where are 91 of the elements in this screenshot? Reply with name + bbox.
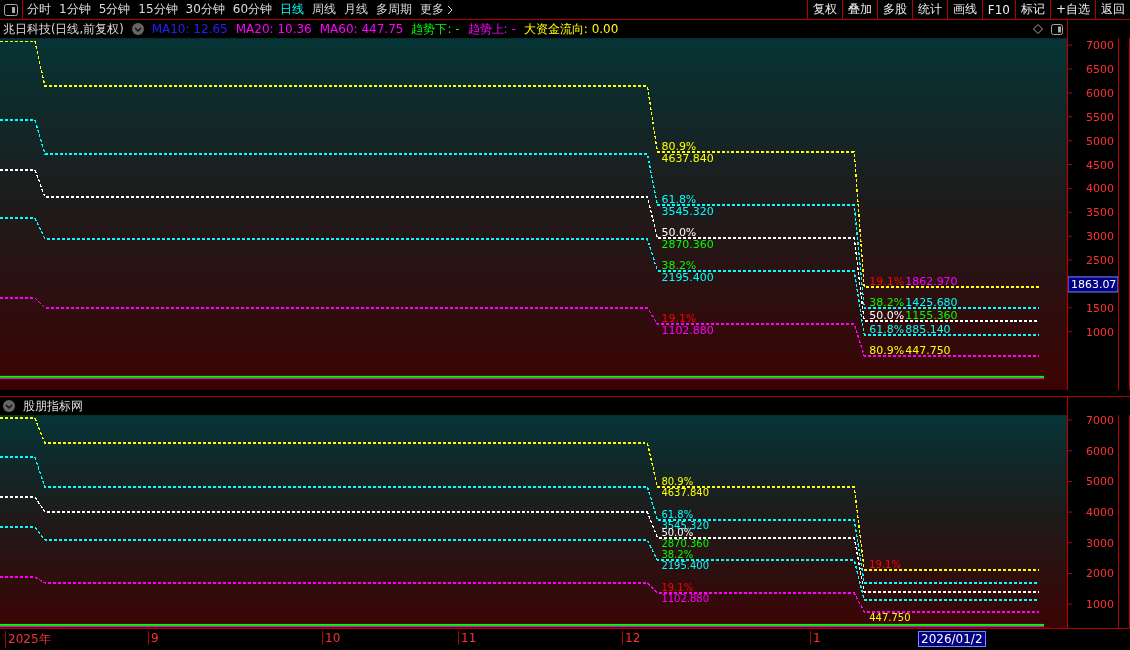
axis-label: 5500: [1086, 110, 1114, 124]
axis-label: 5000: [1086, 134, 1114, 148]
level-value: 4637.840: [661, 152, 714, 166]
level-percent: 61.8%: [661, 509, 694, 520]
level-percent: 50.0%: [869, 308, 905, 322]
period-tab[interactable]: 15分钟: [134, 0, 182, 19]
date-label: 10: [322, 631, 341, 645]
level-percent: 50.0%: [661, 226, 697, 239]
period-tab[interactable]: 月线: [340, 0, 373, 19]
indicator-value: 大资金流向: 0.00: [523, 20, 619, 38]
axis-label: 3000: [1086, 230, 1114, 244]
toolbar-button[interactable]: 叠加: [841, 0, 877, 19]
dropdown-icon[interactable]: [3, 400, 15, 412]
panel-toggle-icon[interactable]: [1051, 23, 1063, 35]
level-value: 447.750: [869, 611, 911, 623]
toolbar-button[interactable]: 多股: [876, 0, 912, 19]
level-value: 1102.880: [661, 323, 714, 337]
date-label: 2025年: [5, 631, 51, 648]
level-value: 1155.360: [905, 308, 958, 322]
period-tab[interactable]: 60分钟: [228, 0, 277, 19]
level-value: 1102.880: [661, 592, 710, 604]
level-value: 2195.400: [661, 559, 710, 571]
date-label: 1: [810, 631, 821, 645]
indicator-value: 趋势下: -: [411, 20, 460, 38]
period-tab[interactable]: 5分钟: [94, 0, 135, 19]
axis-label: 4500: [1086, 158, 1114, 172]
period-tab[interactable]: 周线: [308, 0, 341, 19]
stock-title: 兆日科技(日线,前复权): [3, 21, 124, 37]
toolbar-button[interactable]: 统计: [911, 0, 947, 19]
price-tag: 1863.07: [1067, 276, 1118, 293]
toolbar-button[interactable]: +自选: [1049, 0, 1095, 19]
toolbar-button[interactable]: 返回: [1095, 0, 1130, 19]
axis-label: 1500: [1086, 301, 1114, 315]
diamond-icon[interactable]: [1033, 24, 1043, 34]
period-tab[interactable]: 日线: [276, 0, 309, 19]
period-tab[interactable]: 30分钟: [181, 0, 229, 19]
level-percent: 19.1%: [869, 274, 905, 288]
level-value: 2870.360: [661, 237, 714, 251]
toolbar-button[interactable]: 画线: [946, 0, 982, 19]
level-percent: 38.2%: [661, 548, 694, 560]
axis-label: 4000: [1086, 506, 1114, 520]
date-label: 11: [458, 631, 477, 645]
level-value: 3545.320: [661, 205, 714, 218]
axis-label: 7000: [1086, 415, 1114, 428]
level-value: 2870.360: [661, 538, 710, 549]
indicator-value: MA60: 447.75: [319, 22, 404, 36]
axis-label: 1000: [1086, 598, 1114, 612]
indicator-title: 股朋指标网: [23, 398, 83, 414]
cursor-date: 2026/01/2: [918, 631, 986, 647]
level-percent: 61.8%: [661, 193, 697, 206]
axis-label: 2500: [1086, 254, 1114, 268]
level-percent: 80.9%: [661, 476, 694, 488]
axis-label: 3500: [1086, 206, 1114, 220]
axis-label: 7000: [1086, 39, 1114, 53]
indicator-value: 趋势上: -: [467, 20, 516, 38]
axis-label: 6000: [1086, 444, 1114, 458]
period-tab[interactable]: 分时: [23, 0, 55, 19]
chevron-right-icon: [447, 4, 454, 15]
level-percent: 38.2%: [661, 258, 697, 272]
level-percent: 38.2%: [869, 295, 905, 309]
level-percent: 61.8%: [869, 322, 905, 336]
axis-label: 1000: [1086, 325, 1114, 339]
period-tab[interactable]: 1分钟: [55, 0, 95, 19]
level-percent: 80.9%: [661, 140, 697, 154]
axis-label: 2000: [1086, 567, 1114, 581]
toolbar-button[interactable]: F10: [981, 0, 1015, 19]
level-value: 1425.680: [905, 295, 958, 309]
panel-toggle-icon[interactable]: [4, 3, 18, 16]
indicator-value: MA20: 10.36: [235, 22, 312, 36]
level-percent: 19.1%: [661, 311, 697, 325]
level-percent: 80.9%: [869, 343, 905, 357]
axis-label: 5000: [1086, 475, 1114, 489]
dropdown-icon[interactable]: [131, 23, 144, 35]
axis-label: 6500: [1086, 63, 1114, 77]
date-label: 12: [622, 631, 641, 645]
level-percent: 19.1%: [869, 558, 901, 570]
level-value: 1862.970: [905, 274, 958, 288]
level-value: 447.750: [905, 343, 951, 357]
level-value: 4637.840: [661, 487, 710, 498]
level-value: 2195.400: [661, 270, 714, 284]
level-percent: 19.1%: [661, 581, 694, 593]
indicator-value: MA10: 12.65: [151, 22, 228, 36]
toolbar-button[interactable]: 复权: [806, 0, 842, 19]
period-tab[interactable]: 多周期: [372, 0, 417, 19]
period-tab[interactable]: 更多: [416, 0, 458, 19]
axis-label: 6000: [1086, 86, 1114, 100]
axis-label: 4000: [1086, 182, 1114, 196]
date-label: 9: [148, 631, 159, 645]
toolbar-button[interactable]: 标记: [1014, 0, 1050, 19]
level-value: 885.140: [905, 322, 951, 336]
axis-label: 3000: [1086, 536, 1114, 550]
